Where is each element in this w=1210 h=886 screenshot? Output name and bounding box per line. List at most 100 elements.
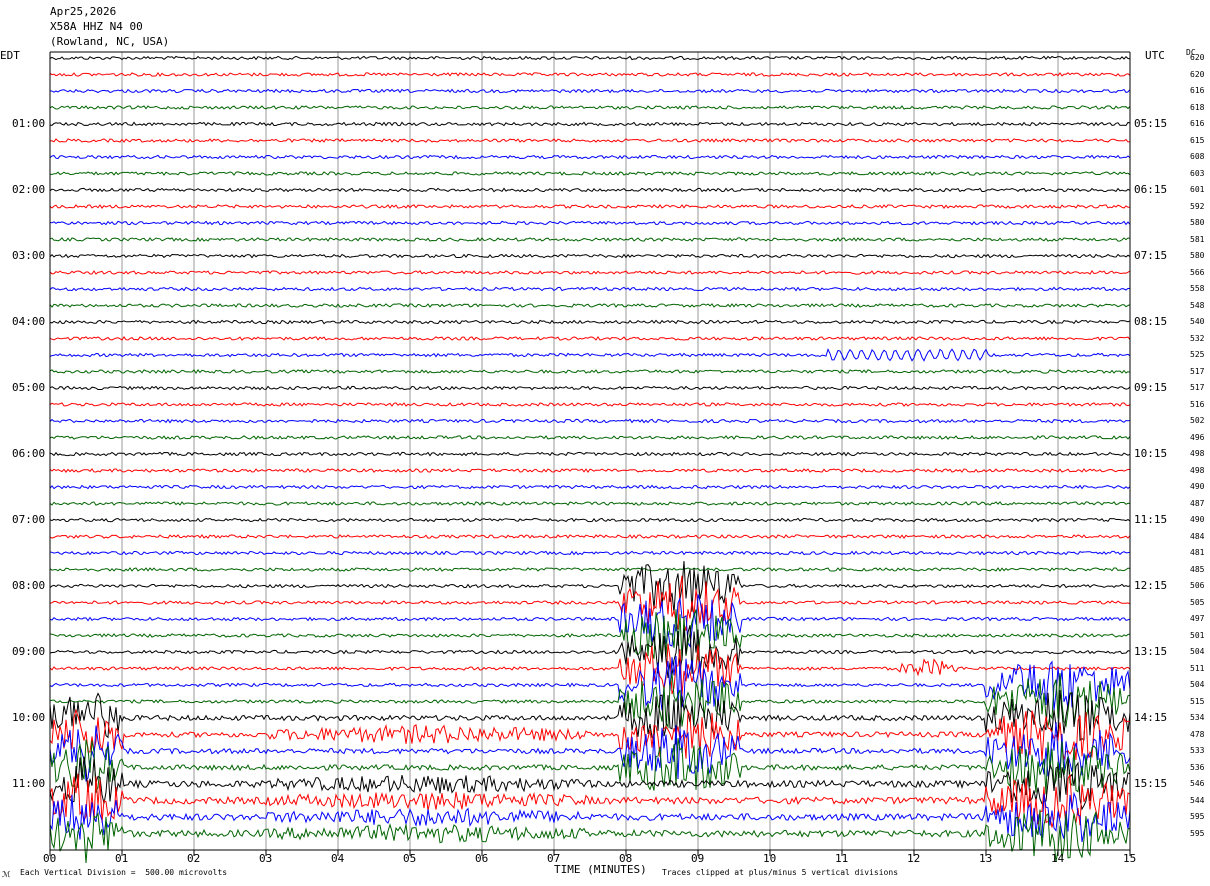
dc-offset-label: 515 [1190, 696, 1205, 706]
dc-offset-label: 620 [1190, 53, 1205, 62]
dc-offset-label: 525 [1190, 350, 1205, 359]
left-hour-label: 11:00 [12, 777, 46, 790]
trace-row-29 [49, 534, 1131, 539]
dc-offset-label: 601 [1190, 185, 1205, 194]
trace-row-23 [49, 435, 1131, 440]
dc-offset-label: 502 [1190, 416, 1205, 425]
trace-row-24 [49, 451, 1131, 457]
trace-row-46 [49, 791, 1131, 843]
dc-offset-label: 484 [1190, 531, 1205, 541]
right-hour-label: 14:15 [1134, 711, 1168, 724]
dc-offset-label: 533 [1190, 746, 1205, 755]
trace-row-10 [49, 220, 1131, 226]
right-hour-label: 10:15 [1134, 447, 1168, 460]
left-hour-label: 03:00 [12, 249, 46, 262]
x-tick-label-15: 15 [1123, 852, 1137, 865]
header-date: Apr25,2026 [50, 5, 117, 18]
trace-row-22 [49, 418, 1131, 424]
x-tick-label-09: 09 [691, 852, 705, 865]
dc-offset-label: 504 [1190, 680, 1205, 689]
trace-row-0 [49, 55, 1131, 61]
left-hour-label: 06:00 [12, 447, 46, 460]
right-hour-label: 13:15 [1134, 645, 1168, 658]
dc-offset-label: 595 [1190, 812, 1205, 821]
dc-offset-label: 490 [1190, 482, 1205, 491]
dc-offset-label: 506 [1190, 581, 1205, 590]
dc-offset-label: 546 [1190, 779, 1205, 788]
dc-offset-label: 580 [1190, 218, 1205, 227]
dc-offset-label: 498 [1190, 449, 1205, 458]
trace-row-3 [49, 105, 1131, 110]
dc-offset-label: 558 [1190, 284, 1205, 293]
x-tick-label-00: 00 [43, 852, 57, 865]
right-hour-label: 15:15 [1134, 777, 1168, 790]
dc-offset-label: 490 [1190, 515, 1205, 524]
dc-offset-label: 487 [1190, 498, 1205, 508]
trace-row-8 [49, 187, 1131, 193]
trace-row-2 [49, 88, 1131, 94]
trace-row-7 [49, 171, 1131, 176]
dc-offset-label: 501 [1190, 630, 1205, 640]
dc-offset-label: 536 [1190, 762, 1205, 772]
dc-offset-label: 581 [1190, 234, 1205, 244]
trace-row-36 [49, 625, 1131, 678]
dc-offset-label: 608 [1190, 152, 1205, 161]
right-hour-label: 06:15 [1134, 183, 1168, 196]
x-tick-label-03: 03 [259, 852, 273, 865]
trace-row-42 [49, 721, 1131, 783]
dc-offset-label: 496 [1190, 432, 1205, 442]
seismogram-chart [49, 51, 1131, 864]
x-tick-label-04: 04 [331, 852, 345, 865]
dc-offset-label: 615 [1190, 135, 1205, 145]
trace-row-26 [49, 484, 1131, 490]
dc-offset-label: 580 [1190, 251, 1205, 260]
dc-offset-label: 548 [1190, 300, 1205, 310]
trace-row-20 [49, 385, 1131, 391]
dc-offset-label: 511 [1190, 663, 1205, 673]
dc-offset-label: 497 [1190, 614, 1205, 623]
dc-offset-label: 603 [1190, 168, 1205, 178]
trace-row-13 [49, 270, 1131, 275]
left-hour-label: 02:00 [12, 183, 46, 196]
left-hour-label: 05:00 [12, 381, 46, 394]
header-station: X58A HHZ N4 00 [50, 20, 143, 33]
trace-row-16 [49, 319, 1131, 325]
x-tick-label-05: 05 [403, 852, 417, 865]
trace-row-6 [49, 154, 1131, 160]
dc-offset-label: 620 [1190, 69, 1205, 79]
trace-row-14 [49, 286, 1131, 292]
trace-row-9 [49, 204, 1130, 209]
dc-offset-label: 485 [1190, 564, 1205, 574]
trace-row-15 [49, 303, 1131, 308]
x-tick-label-01: 01 [115, 852, 129, 865]
dc-offset-label: 504 [1190, 647, 1205, 656]
x-tick-label-06: 06 [475, 852, 489, 865]
trace-row-17 [49, 335, 1131, 341]
trace-row-11 [49, 237, 1131, 242]
left-timezone-label: EDT [0, 49, 20, 62]
dc-offset-label: 517 [1190, 383, 1205, 392]
dc-offset-label: 517 [1190, 366, 1205, 376]
left-hour-label: 01:00 [12, 117, 46, 130]
left-hour-label: 10:00 [12, 711, 46, 724]
trace-row-25 [49, 468, 1131, 473]
vertical-division-note: Each Vertical Division = 500.00 microvol… [20, 868, 228, 877]
dc-offset-label: 592 [1190, 201, 1205, 211]
trace-row-4 [49, 121, 1131, 127]
right-hour-label: 09:15 [1134, 381, 1168, 394]
x-tick-label-10: 10 [763, 852, 777, 865]
seismic-traces [49, 55, 1131, 864]
trace-row-21 [49, 402, 1131, 407]
trace-row-33 [49, 575, 1131, 631]
right-hour-label: 05:15 [1134, 117, 1168, 130]
dc-offset-label: 616 [1190, 86, 1205, 95]
clip-note: Traces clipped at plus/minus 5 vertical … [662, 868, 899, 877]
left-hour-label: 04:00 [12, 315, 46, 328]
trace-row-5 [49, 138, 1131, 143]
trace-row-12 [49, 253, 1131, 259]
dc-offset-label: 544 [1190, 795, 1205, 805]
dc-offset-label: 532 [1190, 333, 1205, 343]
x-tick-label-12: 12 [907, 852, 921, 865]
trace-row-18 [49, 348, 1131, 362]
trace-row-39 [49, 673, 1131, 729]
